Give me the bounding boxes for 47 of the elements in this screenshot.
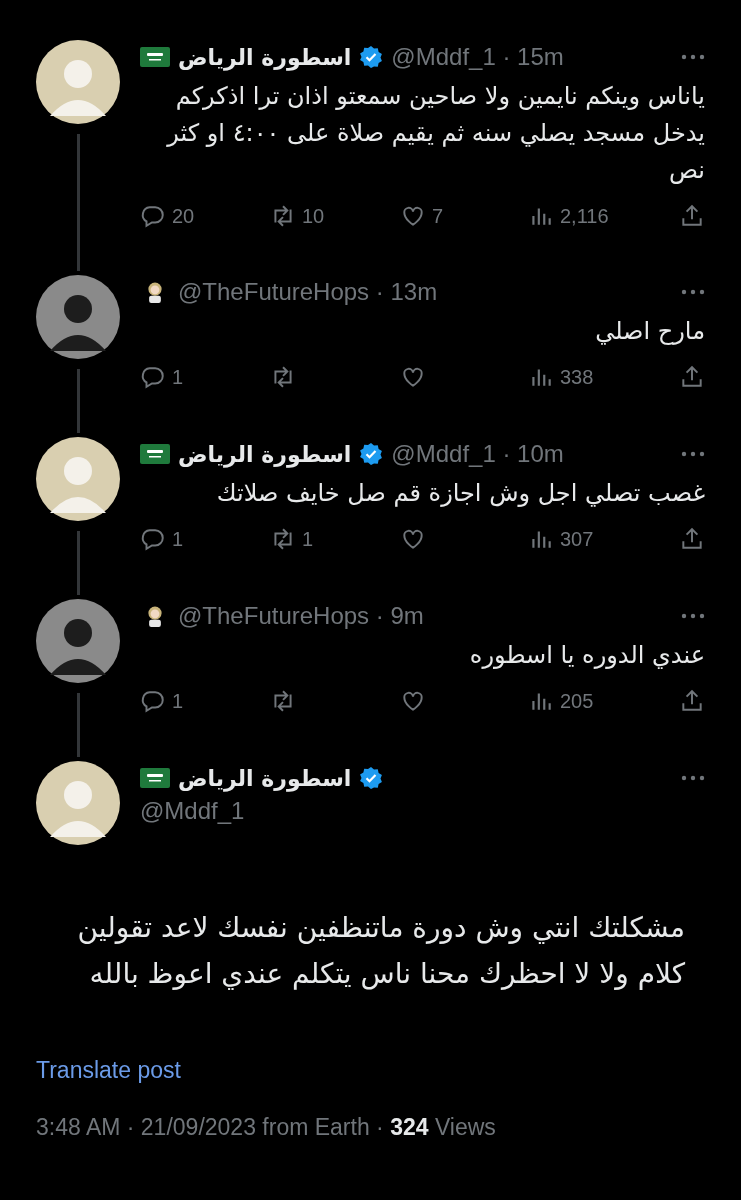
views-count: 205 [560,689,594,713]
flag-icon [140,443,170,465]
reply-icon[interactable] [140,526,166,552]
share-icon[interactable] [679,203,705,229]
reply-icon[interactable] [140,203,166,229]
views-count: 307 [560,527,594,551]
reply-count: 1 [172,527,184,551]
share-icon[interactable] [679,364,705,390]
handle-time: @Mddf_1 · 10m [391,440,564,468]
reply-icon[interactable] [140,688,166,714]
views-count: 338 [560,365,594,389]
avatar[interactable] [36,599,120,683]
reply-count: 1 [172,365,184,389]
avatar[interactable] [36,275,120,359]
more-icon[interactable] [681,775,705,781]
share-icon[interactable] [679,688,705,714]
more-icon[interactable] [681,54,705,60]
flag-icon [140,767,170,789]
handle-time: @Mddf_1 · 15m [391,43,564,71]
post-text: عندي الدوره يا اسطوره [468,640,705,671]
like-count: 7 [432,204,444,228]
more-icon[interactable] [681,451,705,457]
handle-time: @TheFutureHops · 13m [178,278,438,306]
avatar[interactable] [36,40,120,124]
author-handle: @Mddf_1 [140,797,245,824]
post-text: ياناس وينكم نايمين ولا صاحين سمعتو اذان ترا اذكركم يدخل مسجد يصلي سنه ثم يقيم صلاة على ٤:٠٠ او كثر نص [165,81,705,186]
reply-count: 1 [172,689,184,713]
repost-count: 10 [302,204,325,228]
author-name[interactable]: اسطورة الرياض [178,765,352,791]
more-icon[interactable] [681,613,705,619]
share-icon[interactable] [679,526,705,552]
post-text: مارح اصلي [594,316,705,347]
author-name[interactable]: اسطورة الرياض [178,441,352,467]
avatar[interactable] [36,761,120,845]
views-count: 2,116 [560,204,609,228]
post-text: غصب تصلي اجل وش اجازة قم صل خايف صلاتك [215,478,705,509]
repost-count: 1 [302,527,314,551]
avatar[interactable] [36,437,120,521]
author-name[interactable]: اسطورة الرياض [178,44,352,70]
post-text: مشكلتك انتي وش دورة ماتنظفين نفسك لاعد تقولين كلام ولا لا احظرك محنا ناس يتكلم عندي اعوظ بالله [76,910,686,992]
reply-count: 20 [172,204,195,228]
handle-time: @TheFutureHops · 9m [178,602,424,630]
more-icon[interactable] [681,289,705,295]
reply-icon[interactable] [140,364,166,390]
flag-icon [140,46,170,68]
post-timestamp: 3:48 AM · 21/09/2023 from Earth · 324 Views [36,1114,497,1141]
translate-link[interactable]: Translate post [36,1057,181,1083]
